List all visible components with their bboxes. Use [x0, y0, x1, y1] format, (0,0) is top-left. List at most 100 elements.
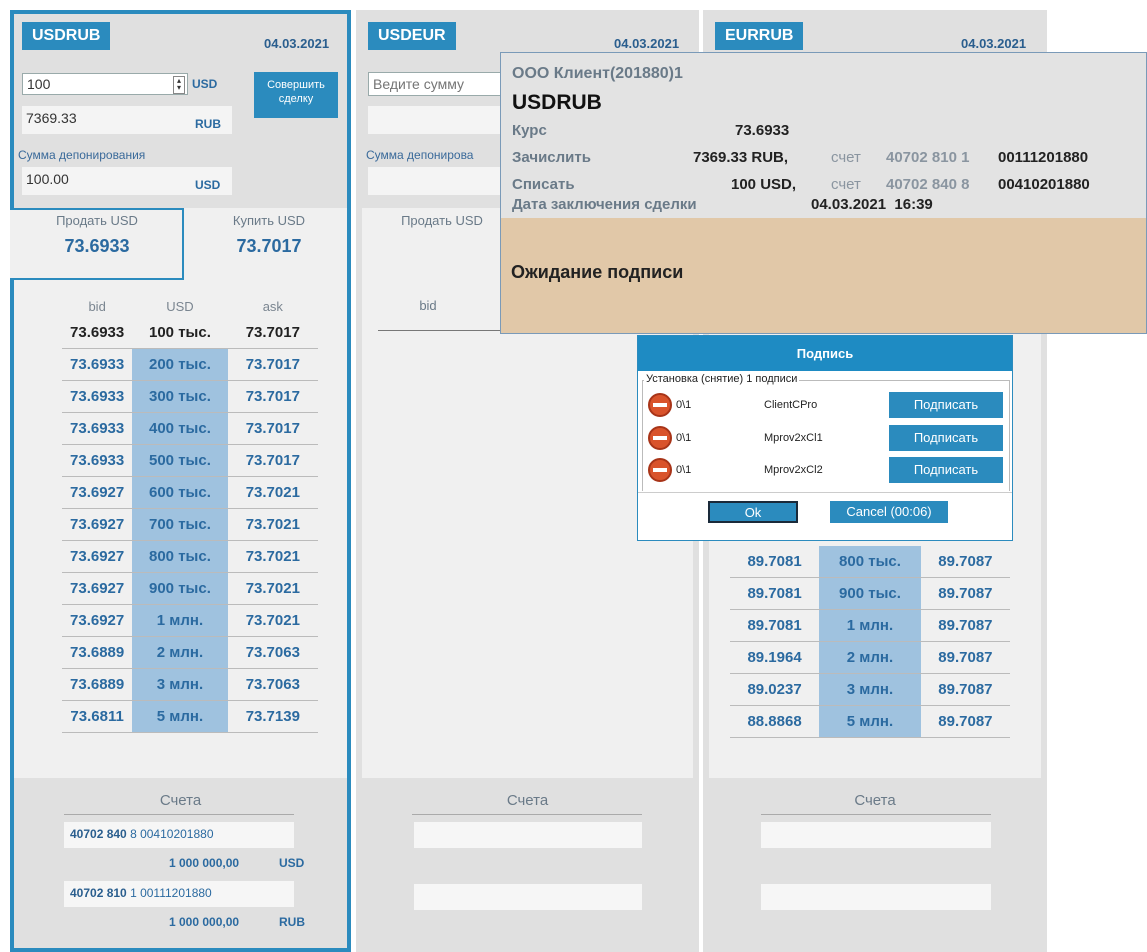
bid-price[interactable]: 73.6933: [62, 444, 133, 477]
order-book-row[interactable]: 89.7081 800 тыс. 89.7087: [730, 546, 1010, 578]
bid-price[interactable]: 73.6927: [62, 476, 133, 509]
bid-price[interactable]: 88.8868: [730, 705, 820, 738]
account-usd-balance: 1 000 000,00: [169, 856, 240, 870]
order-book-row[interactable]: 73.6889 3 млн. 73.7063: [62, 668, 318, 701]
account-usd[interactable]: 40702 840 8 00410201880: [64, 822, 294, 848]
volume[interactable]: 2 млн.: [819, 641, 921, 674]
volume[interactable]: 2 млн.: [132, 636, 228, 669]
bid-price[interactable]: 73.6889: [62, 636, 133, 669]
bid-price[interactable]: 89.1964: [730, 641, 820, 674]
volume[interactable]: 900 тыс.: [819, 577, 921, 610]
bid-price[interactable]: 89.7081: [730, 546, 820, 578]
make-deal-button[interactable]: Совершить сделку: [254, 72, 338, 118]
bid-price[interactable]: 89.7081: [730, 577, 820, 610]
account-field-2[interactable]: [761, 884, 991, 910]
order-book-row[interactable]: 73.6933 400 тыс. 73.7017: [62, 412, 318, 445]
pair-usdeur-button[interactable]: USDEUR: [368, 22, 456, 50]
order-book-row[interactable]: 73.6933 300 тыс. 73.7017: [62, 380, 318, 413]
spinner-icon[interactable]: ▴ ▾: [173, 76, 185, 94]
volume[interactable]: 400 тыс.: [132, 412, 228, 445]
ask-price[interactable]: 89.7087: [920, 705, 1010, 738]
ask-price[interactable]: 73.7021: [227, 540, 318, 573]
ask-price[interactable]: 73.7017: [227, 317, 318, 349]
ask-price[interactable]: 89.7087: [920, 546, 1010, 578]
ask-price[interactable]: 89.7087: [920, 609, 1010, 642]
bid-price[interactable]: 73.6927: [62, 508, 133, 541]
order-book-row[interactable]: 73.6927 700 тыс. 73.7021: [62, 508, 318, 541]
order-book-row[interactable]: 73.6933 200 тыс. 73.7017: [62, 348, 318, 381]
order-book-row[interactable]: 89.7081 900 тыс. 89.7087: [730, 577, 1010, 610]
volume[interactable]: 1 млн.: [819, 609, 921, 642]
order-book-row[interactable]: 73.6927 800 тыс. 73.7021: [62, 540, 318, 573]
ask-price[interactable]: 89.7087: [920, 577, 1010, 610]
order-book-row[interactable]: 73.6927 600 тыс. 73.7021: [62, 476, 318, 509]
order-book-row[interactable]: 88.8868 5 млн. 89.7087: [730, 705, 1010, 738]
account-field-1[interactable]: [414, 822, 642, 848]
bid-price[interactable]: 73.6933: [62, 412, 133, 445]
bid-price[interactable]: 89.0237: [730, 673, 820, 706]
sign-button[interactable]: Подписать: [889, 425, 1003, 451]
pair-eurrub-button[interactable]: EURRUB: [715, 22, 804, 50]
signature-count: 0\1: [676, 399, 692, 411]
volume[interactable]: 500 тыс.: [132, 444, 228, 477]
account-rub[interactable]: 40702 810 1 00111201880: [64, 881, 294, 907]
cancel-button[interactable]: Cancel (00:06): [830, 501, 948, 523]
bid-price[interactable]: 73.6927: [62, 572, 133, 605]
debit-account-word: счет: [831, 176, 861, 193]
pair-usdrub-button[interactable]: USDRUB: [22, 22, 111, 50]
volume[interactable]: 800 тыс.: [819, 546, 921, 578]
ask-price[interactable]: 73.7139: [227, 700, 318, 733]
order-book-row[interactable]: 73.6811 5 млн. 73.7139: [62, 700, 318, 733]
volume[interactable]: 3 млн.: [132, 668, 228, 701]
sell-price[interactable]: 73.6933: [14, 236, 180, 257]
account-field-2[interactable]: [414, 884, 642, 910]
volume[interactable]: 200 тыс.: [132, 348, 228, 381]
volume[interactable]: 800 тыс.: [132, 540, 228, 573]
ask-price[interactable]: 73.7021: [227, 476, 318, 509]
volume[interactable]: 100 тыс.: [132, 317, 228, 349]
bid-price[interactable]: 73.6933: [62, 317, 133, 349]
ask-price[interactable]: 89.7087: [920, 673, 1010, 706]
account-field-1[interactable]: [761, 822, 991, 848]
volume[interactable]: 300 тыс.: [132, 380, 228, 413]
amount-input[interactable]: 100 ▴ ▾: [22, 73, 188, 95]
volume[interactable]: 600 тыс.: [132, 476, 228, 509]
bid-price[interactable]: 73.6933: [62, 348, 133, 381]
ok-button[interactable]: Ok: [708, 501, 798, 523]
ask-price[interactable]: 73.7017: [227, 444, 318, 477]
bid-price[interactable]: 89.7081: [730, 609, 820, 642]
order-book-row[interactable]: 73.6927 900 тыс. 73.7021: [62, 572, 318, 605]
volume[interactable]: 3 млн.: [819, 673, 921, 706]
account-rub-balance: 1 000 000,00: [169, 915, 240, 929]
volume[interactable]: 1 млн.: [132, 604, 228, 637]
ask-price[interactable]: 73.7017: [227, 348, 318, 381]
bid-price[interactable]: 73.6811: [62, 700, 133, 733]
ask-price[interactable]: 73.7021: [227, 604, 318, 637]
ask-price[interactable]: 73.7063: [227, 668, 318, 701]
ask-price[interactable]: 73.7063: [227, 636, 318, 669]
bid-price[interactable]: 73.6889: [62, 668, 133, 701]
bid-price[interactable]: 73.6933: [62, 380, 133, 413]
volume[interactable]: 900 тыс.: [132, 572, 228, 605]
order-book-row[interactable]: 73.6927 1 млн. 73.7021: [62, 604, 318, 637]
ask-price[interactable]: 73.7021: [227, 508, 318, 541]
bid-price[interactable]: 73.6927: [62, 540, 133, 573]
volume[interactable]: 5 млн.: [819, 705, 921, 738]
sign-button[interactable]: Подписать: [889, 392, 1003, 418]
order-book-row[interactable]: 89.0237 3 млн. 89.7087: [730, 673, 1010, 706]
order-book-row[interactable]: 89.1964 2 млн. 89.7087: [730, 641, 1010, 674]
bid-price[interactable]: 73.6927: [62, 604, 133, 637]
order-book-row[interactable]: 73.6933 100 тыс. 73.7017: [62, 317, 318, 349]
order-book-row[interactable]: 89.7081 1 млн. 89.7087: [730, 609, 1010, 642]
order-book-row[interactable]: 73.6889 2 млн. 73.7063: [62, 636, 318, 669]
ask-price[interactable]: 73.7021: [227, 572, 318, 605]
dialog-divider: [638, 492, 1012, 493]
ask-price[interactable]: 73.7017: [227, 380, 318, 413]
buy-price[interactable]: 73.7017: [194, 236, 344, 257]
volume[interactable]: 700 тыс.: [132, 508, 228, 541]
sign-button[interactable]: Подписать: [889, 457, 1003, 483]
ask-price[interactable]: 73.7017: [227, 412, 318, 445]
volume[interactable]: 5 млн.: [132, 700, 228, 733]
ask-price[interactable]: 89.7087: [920, 641, 1010, 674]
order-book-row[interactable]: 73.6933 500 тыс. 73.7017: [62, 444, 318, 477]
